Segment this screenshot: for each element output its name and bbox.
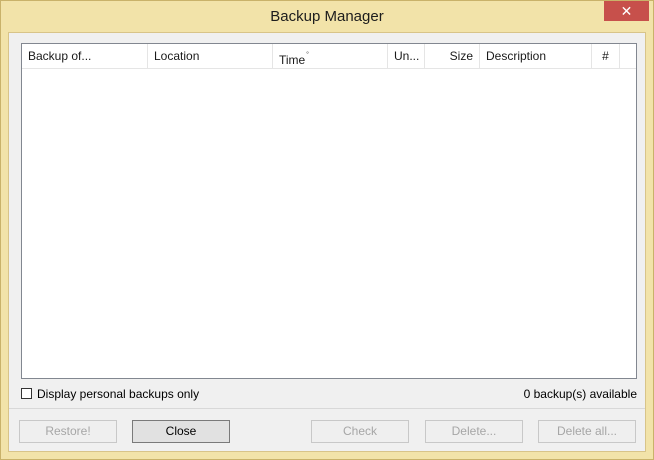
backup-count-status: 0 backup(s) available <box>523 387 637 401</box>
column-header-backup-of[interactable]: Backup of... <box>22 44 148 68</box>
sort-ascending-icon: ˚ <box>306 51 310 61</box>
column-label: Location <box>154 49 200 63</box>
delete-button[interactable]: Delete... <box>425 420 523 443</box>
backup-list[interactable]: Backup of... Location Time˚ Un... Size D… <box>21 43 637 379</box>
column-header-time[interactable]: Time˚ <box>273 44 388 68</box>
column-header-un[interactable]: Un... <box>388 44 425 68</box>
backup-manager-window: Backup Manager ✕ Backup of... Location T… <box>0 0 654 460</box>
column-label: Time <box>279 53 306 67</box>
column-header-description[interactable]: Description <box>480 44 592 68</box>
column-label: Description <box>486 49 547 63</box>
column-header-size[interactable]: Size <box>425 44 480 68</box>
window-title: Backup Manager <box>270 8 384 25</box>
title-bar[interactable]: Backup Manager ✕ <box>1 1 653 33</box>
list-footer: Display personal backups only 0 backup(s… <box>21 386 637 404</box>
list-header: Backup of... Location Time˚ Un... Size D… <box>22 44 636 69</box>
column-label: Un... <box>394 49 420 63</box>
restore-button[interactable]: Restore! <box>19 420 117 443</box>
check-button[interactable]: Check <box>311 420 409 443</box>
personal-backups-label[interactable]: Display personal backups only <box>37 387 199 401</box>
column-header-location[interactable]: Location <box>148 44 273 68</box>
close-button[interactable]: Close <box>132 420 230 443</box>
close-window-button[interactable]: ✕ <box>604 1 649 21</box>
column-label: Backup of... <box>28 49 92 63</box>
dialog-client-area: Backup of... Location Time˚ Un... Size D… <box>8 32 646 452</box>
personal-backups-checkbox[interactable] <box>21 388 32 399</box>
button-separator <box>9 408 645 409</box>
delete-all-button[interactable]: Delete all... <box>538 420 636 443</box>
column-header-number[interactable]: # <box>592 44 620 68</box>
column-label: Size <box>449 49 473 63</box>
column-label: # <box>602 49 609 63</box>
